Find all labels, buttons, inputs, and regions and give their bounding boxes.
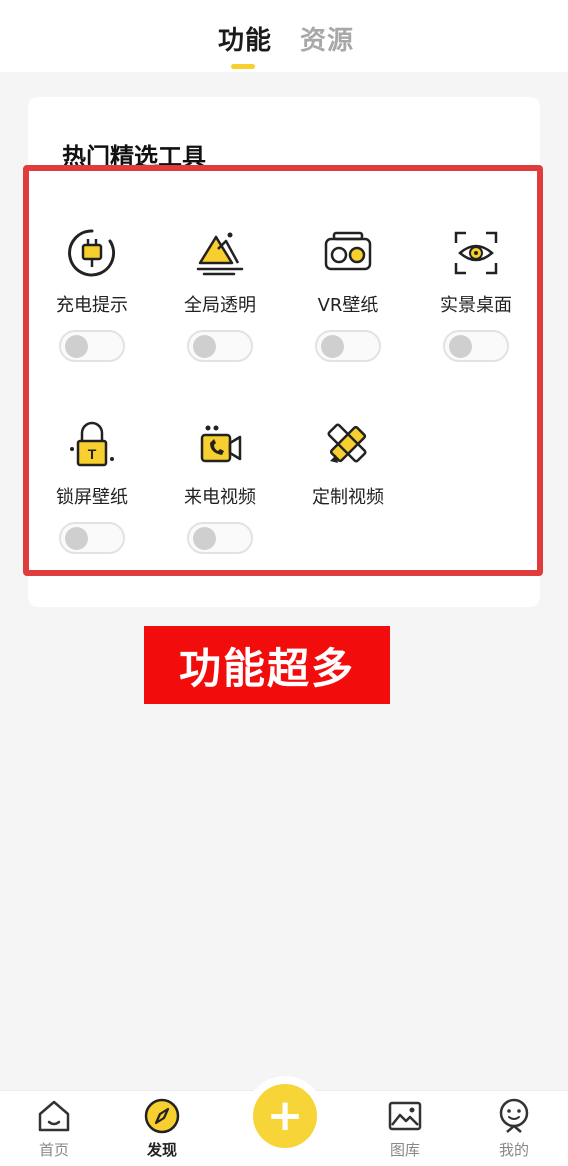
nav-label: 图库	[389, 1141, 420, 1159]
tool-label: VR壁纸	[317, 295, 379, 316]
nav-discover[interactable]: 发现	[122, 1091, 202, 1166]
live-desktop-toggle[interactable]	[443, 330, 509, 362]
svg-text:T: T	[88, 446, 97, 462]
lockscreen-wallpaper-toggle[interactable]	[59, 522, 125, 554]
global-transparency-toggle[interactable]	[187, 330, 253, 362]
tool-label: 实景桌面	[440, 295, 512, 316]
toggle-knob	[65, 335, 88, 358]
incoming-call-video-toggle[interactable]	[187, 522, 253, 554]
nav-gallery[interactable]: 图库	[365, 1091, 445, 1166]
eye-scan-icon	[454, 231, 498, 275]
tool-label: 全局透明	[184, 295, 256, 316]
compass-icon	[144, 1098, 180, 1134]
tool-incoming-call-video[interactable]: 来电视频	[155, 419, 285, 589]
toggle-knob	[193, 335, 216, 358]
tool-label: 来电视频	[184, 487, 256, 508]
toggle-knob	[193, 527, 216, 550]
pencil-edit-icon	[327, 423, 367, 463]
nav-home[interactable]: 首页	[14, 1091, 94, 1166]
tool-custom-video[interactable]: 定制视频	[283, 419, 413, 589]
vr-glasses-icon	[324, 231, 372, 271]
toggle-knob	[65, 527, 88, 550]
add-icon: +	[266, 1090, 304, 1141]
vr-wallpaper-toggle[interactable]	[315, 330, 381, 362]
nav-label: 发现	[146, 1141, 177, 1159]
nav-label: 首页	[38, 1141, 69, 1159]
mountain-landscape-icon	[196, 232, 244, 276]
charging-reminder-toggle[interactable]	[59, 330, 125, 362]
toggle-knob	[449, 335, 472, 358]
charging-plug-icon	[68, 229, 116, 277]
video-call-icon	[200, 425, 242, 463]
toggle-knob	[321, 335, 344, 358]
promo-banner: 功能超多	[144, 626, 390, 704]
tab-functions[interactable]: 功能	[218, 20, 272, 57]
tool-vr-wallpaper[interactable]: VR壁纸	[283, 227, 413, 397]
nav-label: 我的	[498, 1141, 529, 1159]
lock-icon: T	[70, 421, 114, 467]
tool-label: 定制视频	[312, 487, 384, 508]
profile-icon	[499, 1098, 529, 1133]
tool-label: 充电提示	[56, 295, 128, 316]
tool-label: 锁屏壁纸	[56, 487, 128, 508]
active-tab-indicator	[231, 64, 255, 69]
page: 功能 资源 热门精选工具 充电提示 全局透明 VR壁纸 实景桌面 T 锁屏壁纸 …	[0, 0, 568, 1166]
tool-charging-reminder[interactable]: 充电提示	[27, 227, 157, 397]
home-icon	[38, 1100, 70, 1132]
tab-resources[interactable]: 资源	[300, 20, 354, 57]
gallery-icon	[388, 1101, 422, 1131]
tool-live-desktop[interactable]: 实景桌面	[411, 227, 541, 397]
nav-profile[interactable]: 我的	[474, 1091, 554, 1166]
tool-lockscreen-wallpaper[interactable]: T 锁屏壁纸	[27, 419, 157, 589]
tool-global-transparency[interactable]: 全局透明	[155, 227, 285, 397]
top-tab-bar: 功能 资源	[0, 0, 568, 72]
add-button[interactable]: +	[253, 1084, 317, 1148]
